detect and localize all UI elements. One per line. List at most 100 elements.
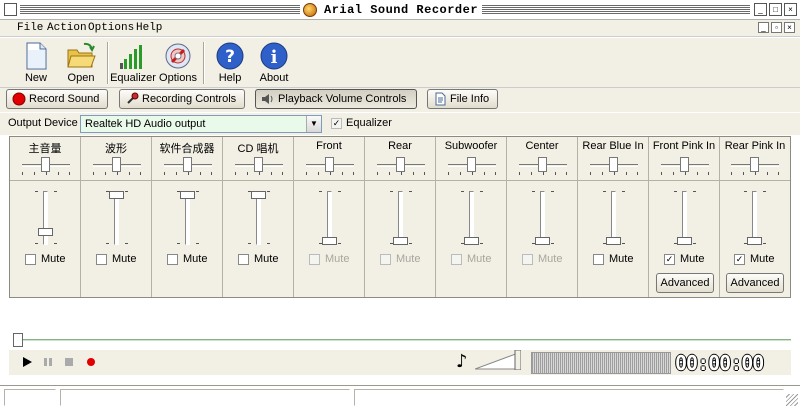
volume-thumb[interactable] [677,237,692,245]
balance-thumb[interactable] [750,157,759,172]
tab-label: File Info [450,93,490,105]
advanced-button[interactable]: Advanced [726,273,784,293]
tab-record-sound[interactable]: Record Sound [6,89,108,109]
play-icon[interactable] [21,356,33,368]
seek-slider[interactable] [9,333,791,347]
balance-thumb[interactable] [112,157,121,172]
music-note-icon: ♪ [456,351,468,372]
volume-slider[interactable] [390,189,412,247]
balance-thumb[interactable] [41,157,50,172]
mdi-restore-button[interactable]: ▫ [771,22,782,33]
balance-thumb[interactable] [538,157,547,172]
title-bar[interactable]: Arial Sound Recorder _ □ × [0,0,800,20]
record-icon[interactable] [85,356,97,368]
maximize-button[interactable]: □ [769,3,782,16]
volume-slider[interactable] [744,189,766,247]
menu-file[interactable]: File [17,22,43,34]
channel-divider [81,180,151,181]
balance-slider[interactable] [661,157,709,175]
volume-thumb[interactable] [535,237,550,245]
equalizer-checkbox[interactable]: ✓ [331,118,342,129]
tab-recording-controls[interactable]: Recording Controls [119,89,245,109]
mute-checkbox[interactable] [25,254,36,265]
menu-options[interactable]: Options [88,22,134,34]
seek-thumb[interactable] [13,333,23,347]
volume-thumb[interactable] [393,237,408,245]
mute-checkbox[interactable] [522,254,533,265]
volume-thumb[interactable] [38,228,53,236]
volume-thumb[interactable] [180,191,195,199]
tab-playback-volume-controls[interactable]: Playback Volume Controls [255,89,417,109]
volume-thumb[interactable] [464,237,479,245]
resize-grip[interactable] [786,394,798,406]
volume-slider[interactable] [248,189,270,247]
new-button[interactable]: New [13,39,59,87]
volume-slider[interactable] [319,189,341,247]
volume-thumb[interactable] [322,237,337,245]
mute-checkbox[interactable] [451,254,462,265]
balance-thumb[interactable] [325,157,334,172]
open-label: Open [67,72,95,84]
channel-strip: 主音量 Mute [10,137,81,297]
balance-thumb[interactable] [183,157,192,172]
options-button[interactable]: Options [155,39,201,87]
mute-checkbox[interactable]: ✓ [664,254,675,265]
balance-slider[interactable] [164,157,212,175]
menu-action[interactable]: Action [47,22,87,34]
mute-checkbox[interactable] [96,254,107,265]
stop-icon[interactable] [63,356,75,368]
balance-slider[interactable] [306,157,354,175]
volume-thumb[interactable] [606,237,621,245]
balance-slider[interactable] [519,157,567,175]
mute-label: Mute [396,253,421,265]
balance-slider[interactable] [235,157,283,175]
balance-thumb[interactable] [254,157,263,172]
mute-checkbox[interactable] [238,254,249,265]
advanced-button[interactable]: Advanced [656,273,714,293]
mute-checkbox[interactable] [593,254,604,265]
mute-checkbox[interactable]: ✓ [734,254,745,265]
volume-slider[interactable] [177,189,199,247]
mdi-close-button[interactable]: × [784,22,795,33]
mute-checkbox[interactable] [309,254,320,265]
mute-checkbox[interactable] [380,254,391,265]
balance-slider[interactable] [377,157,425,175]
balance-thumb[interactable] [396,157,405,172]
tab-file-info[interactable]: File Info [427,89,498,109]
playback-volume-slider[interactable] [475,350,521,370]
playback-volume-thumb[interactable] [514,350,521,370]
volume-slider[interactable] [461,189,483,247]
volume-slider[interactable] [106,189,128,247]
about-button[interactable]: i About [251,39,297,87]
balance-thumb[interactable] [609,157,618,172]
volume-thumb[interactable] [109,191,124,199]
balance-slider[interactable] [731,157,779,175]
balance-thumb[interactable] [680,157,689,172]
balance-slider[interactable] [590,157,638,175]
volume-slider[interactable] [35,189,57,247]
volume-slider[interactable] [603,189,625,247]
channel-strip: Front Mute [294,137,365,297]
equalizer-button[interactable]: Equalizer [110,39,156,87]
volume-slider[interactable] [532,189,554,247]
window-close-box[interactable] [4,3,17,16]
mdi-minimize-button[interactable]: _ [758,22,769,33]
balance-slider[interactable] [93,157,141,175]
balance-slider[interactable] [22,157,70,175]
menu-help[interactable]: Help [136,22,162,34]
pause-icon[interactable] [42,356,54,368]
output-device-select[interactable]: Realtek HD Audio output ▼ [80,115,322,133]
minimize-button[interactable]: _ [754,3,767,16]
close-button[interactable]: × [784,3,797,16]
volume-thumb[interactable] [747,237,762,245]
svg-text:?: ? [225,47,235,67]
balance-thumb[interactable] [467,157,476,172]
channel-divider [436,180,506,181]
chevron-down-icon[interactable]: ▼ [306,116,321,132]
balance-slider[interactable] [448,157,496,175]
volume-slider[interactable] [674,189,696,247]
channel-divider [720,180,790,181]
mute-checkbox[interactable] [167,254,178,265]
open-button[interactable]: Open [58,39,104,87]
volume-thumb[interactable] [251,191,266,199]
